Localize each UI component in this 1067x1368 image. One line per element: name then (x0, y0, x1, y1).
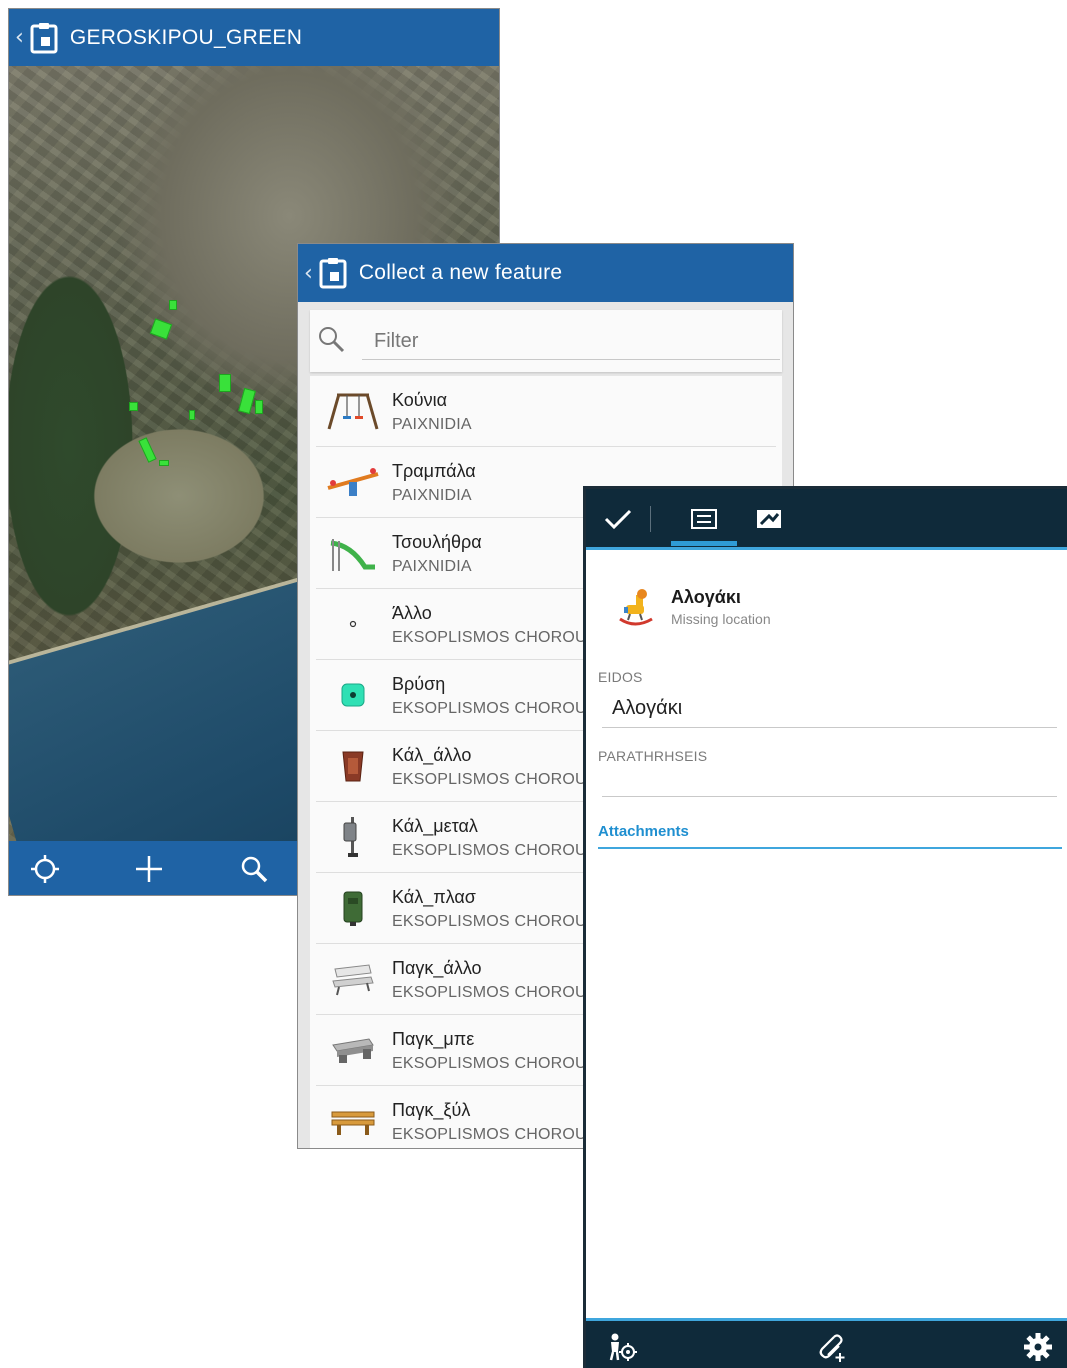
form-location-status: Missing location (671, 611, 771, 627)
feature-name: Κάλ_μεταλ (392, 816, 478, 836)
feature-name: Βρύση (392, 674, 446, 694)
map-top-bar: ‹ GEROSKIPOU_GREEN (9, 9, 499, 66)
back-chevron-icon[interactable]: ‹ (15, 25, 24, 50)
toolbar-accent-line (586, 547, 1067, 550)
feature-name: Παγκ_άλλο (392, 958, 482, 978)
field-parathrhseis-input[interactable] (602, 759, 1057, 797)
swing-icon (324, 388, 382, 434)
feature-name: Άλλο (392, 603, 432, 623)
map-title: GEROSKIPOU_GREEN (69, 25, 303, 49)
crosshair-icon (31, 855, 59, 883)
filter-input[interactable] (362, 324, 780, 360)
clipboard-icon[interactable] (30, 22, 58, 54)
feature-category: EKSOPLISMOS CHOROU (392, 1055, 587, 1072)
form-bottom-toolbar (586, 1321, 1067, 1368)
feature-category: EKSOPLISMOS CHOROU (392, 913, 587, 930)
search-icon (319, 327, 345, 353)
feature-category: PAIXNIDIA (392, 487, 472, 504)
green-area-polygon[interactable] (219, 374, 231, 392)
feature-name: Κάλ_άλλο (392, 745, 472, 765)
form-feature-title: Αλογάκι (671, 587, 741, 607)
slide-icon (324, 530, 382, 576)
feature-template-item[interactable]: Κούνια PAIXNIDIA (316, 376, 776, 447)
feature-category: PAIXNIDIA (392, 558, 472, 575)
feature-name: Παγκ_μπε (392, 1029, 475, 1049)
green-area-polygon[interactable] (238, 387, 256, 415)
form-top-toolbar (586, 489, 1067, 547)
feature-name: Τσουλήθρα (392, 532, 482, 552)
feature-name: Κάλ_πλασ (392, 887, 476, 907)
active-tab-indicator (671, 541, 737, 546)
form-tab-icon (691, 509, 717, 529)
add-attachment-button[interactable] (810, 1329, 850, 1365)
bench-wood-icon (324, 1098, 382, 1144)
tab-map[interactable] (749, 501, 789, 537)
attachments-section-label[interactable]: Attachments (598, 823, 689, 840)
bin-metal-icon (324, 814, 382, 860)
field-eidos-input[interactable]: Αλογάκι (602, 690, 1057, 728)
feature-category: EKSOPLISMOS CHOROU (392, 842, 587, 859)
green-area-polygon[interactable] (129, 402, 138, 411)
paperclip-add-icon (819, 1334, 845, 1362)
collect-top-bar: ‹ Collect a new feature (298, 244, 793, 302)
add-feature-button[interactable] (129, 849, 169, 889)
back-chevron-icon[interactable]: ‹ (304, 261, 313, 286)
seesaw-icon (324, 459, 382, 505)
green-area-polygon[interactable] (169, 300, 177, 310)
feature-form-screen: Αλογάκι Missing location EIDOS Αλογάκι P… (583, 486, 1067, 1368)
feature-name: Κούνια (392, 390, 448, 410)
field-label-eidos: EIDOS (598, 669, 643, 685)
collect-location-button[interactable] (602, 1329, 642, 1365)
search-icon (241, 856, 268, 883)
green-area-polygon[interactable] (189, 410, 195, 420)
bin-plastic-icon (324, 885, 382, 931)
feature-category: PAIXNIDIA (392, 416, 472, 433)
bin-other-icon (324, 743, 382, 789)
feature-category: EKSOPLISMOS CHOROU (392, 700, 587, 717)
gear-icon (1024, 1333, 1052, 1361)
tab-form[interactable] (684, 501, 724, 537)
plus-icon (136, 856, 162, 882)
settings-button[interactable] (1018, 1329, 1058, 1365)
feature-name: Τραμπάλα (392, 461, 476, 481)
bench-other-icon (324, 956, 382, 1002)
feature-category: EKSOPLISMOS CHOROU (392, 984, 587, 1001)
toolbar-divider (650, 506, 651, 532)
feature-name: Παγκ_ξύλ (392, 1100, 471, 1120)
green-area-polygon[interactable] (159, 460, 169, 466)
feature-category: EKSOPLISMOS CHOROU (392, 1126, 587, 1143)
locate-button[interactable] (25, 849, 65, 889)
collect-title: Collect a new feature (358, 261, 563, 284)
clipboard-icon[interactable] (319, 257, 347, 289)
bench-concrete-icon (324, 1027, 382, 1073)
filter-bar (310, 310, 782, 372)
green-area-polygon[interactable] (149, 318, 173, 340)
feature-category: EKSOPLISMOS CHOROU (392, 629, 587, 646)
green-area-polygon[interactable] (138, 437, 157, 463)
fountain-icon (324, 672, 382, 718)
map-tab-icon (757, 510, 781, 528)
green-area-polygon[interactable] (255, 400, 263, 414)
dot-icon (324, 601, 382, 647)
collect-location-icon (609, 1333, 637, 1361)
attachments-divider (598, 847, 1062, 849)
rocking-horse-icon (619, 589, 653, 626)
checkmark-icon (604, 509, 632, 530)
submit-button[interactable] (598, 501, 638, 537)
feature-category: EKSOPLISMOS CHOROU (392, 771, 587, 788)
search-button[interactable] (234, 849, 274, 889)
